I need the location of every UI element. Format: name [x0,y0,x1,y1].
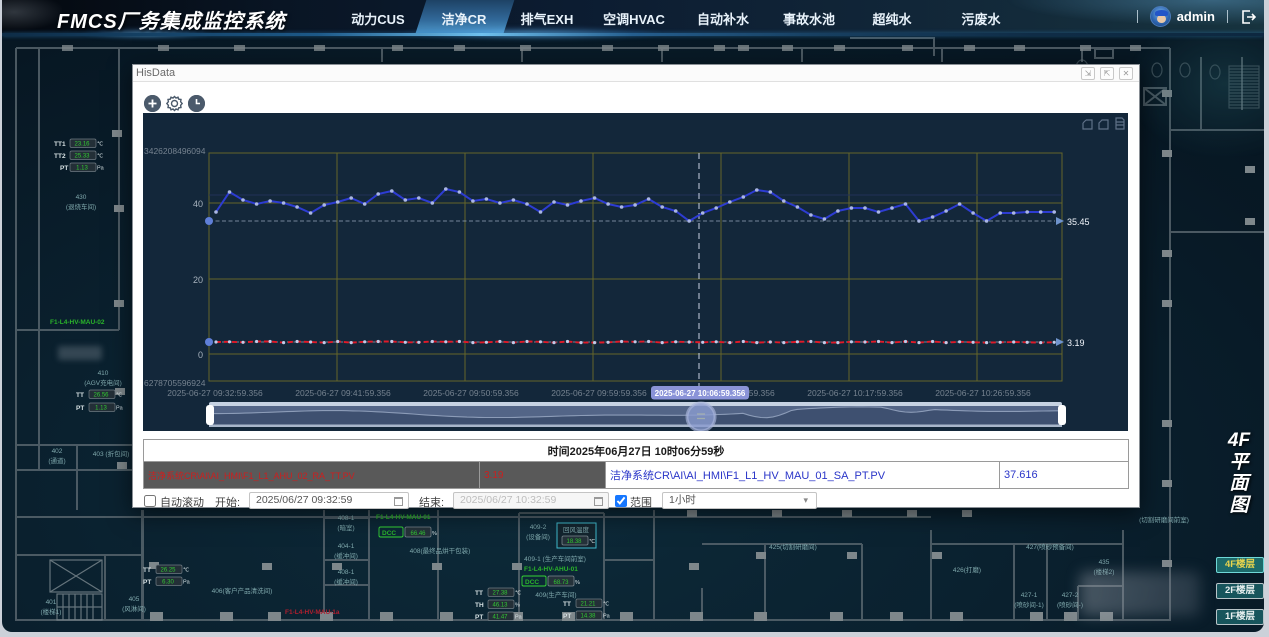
svg-text:PT: PT [76,405,84,412]
svg-text:TH: TH [475,602,484,609]
svg-text:2025-06-27 10:26:59.356: 2025-06-27 10:26:59.356 [935,388,1031,398]
svg-text:Pa: Pa [97,166,105,172]
svg-text:21.21: 21.21 [580,602,596,608]
svg-text:℃: ℃ [589,539,596,545]
svg-text:Pa: Pa [603,614,611,620]
svg-text:410: 410 [98,370,109,377]
svg-text:PT: PT [60,165,68,172]
svg-text:2025-06-27 09:50:59.356: 2025-06-27 09:50:59.356 [423,388,519,398]
svg-text:(AGV充电间): (AGV充电间) [84,378,122,387]
svg-text:25.33: 25.33 [74,154,90,160]
svg-text:%: % [575,580,580,586]
svg-text:0: 0 [198,350,203,360]
svg-text:(切割研磨间前室): (切割研磨间前室) [1139,515,1189,524]
svg-text:TT2: TT2 [54,153,66,160]
svg-text:Pa: Pa [116,406,124,412]
svg-text:66.46: 66.46 [410,531,426,537]
svg-text:26.25: 26.25 [160,568,176,574]
svg-text:DCC: DCC [382,530,396,537]
svg-text:6.30: 6.30 [162,580,174,586]
svg-text:DCC: DCC [525,579,539,586]
svg-text:℃: ℃ [603,602,610,608]
svg-text:2025-06-27 10:06:59.356: 2025-06-27 10:06:59.356 [655,389,746,398]
svg-text:℃: ℃ [183,568,190,574]
svg-text:1.13: 1.13 [76,166,88,172]
svg-text:405: 405 [129,596,140,603]
svg-text:409-1 (生产车间前室): 409-1 (生产车间前室) [524,554,586,563]
svg-text:(喷砂间-1): (喷砂间-1) [1014,600,1044,609]
svg-text:408-1: 408-1 [338,515,355,522]
svg-text:PT: PT [143,579,151,586]
svg-text:TT: TT [563,601,571,608]
svg-text:TT1: TT1 [54,141,66,148]
svg-text:TT: TT [475,590,483,597]
svg-text:PT: PT [563,613,571,620]
svg-text:430: 430 [76,194,87,201]
svg-text:406(客户产品清洗间): 406(客户产品清洗间) [212,586,273,595]
svg-text:408(最终品烘干包装): 408(最终品烘干包装) [410,546,471,555]
svg-text:%: % [515,603,520,609]
svg-text:40: 40 [193,199,203,209]
svg-text:425(切割研磨间): 425(切割研磨间) [769,542,817,551]
svg-text:℃: ℃ [515,591,522,597]
svg-text:68.73: 68.73 [553,580,569,586]
svg-text:3426208496094: 3426208496094 [144,146,206,156]
svg-text:14.38: 14.38 [580,614,596,620]
svg-text:F1-L4-HV-MAU-01: F1-L4-HV-MAU-01 [376,514,431,521]
svg-text:46.13: 46.13 [492,603,508,609]
svg-text:2025-06-27 09:59:59.356: 2025-06-27 09:59:59.356 [551,388,647,398]
svg-text:409-2: 409-2 [530,524,547,531]
svg-text:(退烧车间): (退烧车间) [66,202,96,211]
svg-text:23.16: 23.16 [74,142,90,148]
svg-text:2025-06-27 09:41:59.356: 2025-06-27 09:41:59.356 [295,388,391,398]
svg-text:2025-06-27 09:32:59.356: 2025-06-27 09:32:59.356 [167,388,263,398]
svg-text:Pa: Pa [183,580,191,586]
svg-text:(通道): (通道) [48,456,65,465]
svg-text:408-1: 408-1 [338,569,355,576]
svg-text:403 (折包间): 403 (折包间) [93,449,129,458]
svg-text:℃: ℃ [116,393,123,399]
svg-text:TT: TT [76,392,84,399]
svg-text:26.56: 26.56 [93,393,109,399]
svg-text:Pa: Pa [515,615,523,621]
svg-text:(暗室): (暗室) [337,523,354,532]
svg-text:F1-L4-HV-MAU-1a: F1-L4-HV-MAU-1a [285,609,340,616]
svg-text:435: 435 [1099,559,1110,566]
svg-text:PT: PT [475,614,483,621]
svg-text:(风淋间): (风淋间) [122,604,146,613]
svg-text:426(打磨): 426(打磨) [953,565,981,574]
svg-text:TT: TT [143,567,151,574]
svg-text:404-1: 404-1 [338,543,355,550]
svg-text:41.47: 41.47 [492,615,508,621]
svg-text:27.38: 27.38 [492,591,508,597]
svg-text:F1-L4-HV-AHU-01: F1-L4-HV-AHU-01 [524,566,578,573]
svg-text:401: 401 [46,599,57,606]
svg-text:20: 20 [193,275,203,285]
svg-text:427-1: 427-1 [1021,592,1038,599]
svg-text:18.38: 18.38 [566,539,582,545]
svg-text:3.19: 3.19 [1067,338,1085,348]
svg-text:(设备间): (设备间) [526,532,550,541]
svg-text:%: % [432,531,437,537]
svg-text:(缓冲间): (缓冲间) [334,551,358,560]
svg-text:1.13: 1.13 [95,406,107,412]
svg-text:(缓冲间): (缓冲间) [334,577,358,586]
svg-text:F1-L4-HV-MAU-02: F1-L4-HV-MAU-02 [50,319,105,326]
svg-text:409(生产车间): 409(生产车间) [535,590,576,599]
svg-text:402: 402 [52,448,63,455]
svg-text:427(喷砂预备间): 427(喷砂预备间) [1026,542,1074,551]
svg-text:2025-06-27 10:17:59.356: 2025-06-27 10:17:59.356 [807,388,903,398]
svg-text:℃: ℃ [97,142,104,148]
svg-text:(楼梯1): (楼梯1) [41,607,62,616]
svg-text:6278705596924: 6278705596924 [144,378,206,388]
svg-text:℃: ℃ [97,154,104,160]
svg-text:427-2: 427-2 [1062,592,1079,599]
svg-text:回风温度: 回风温度 [563,525,590,534]
svg-text:35.45: 35.45 [1067,217,1090,227]
